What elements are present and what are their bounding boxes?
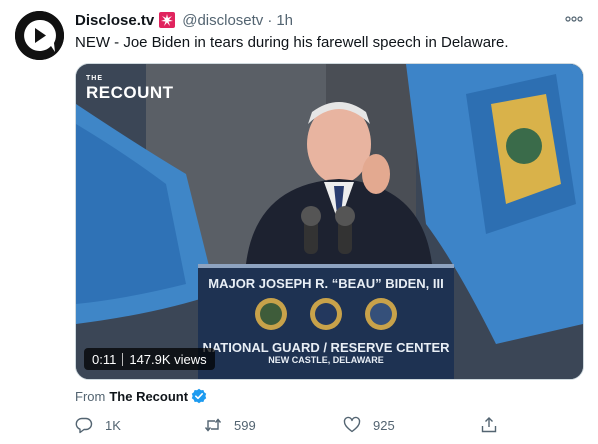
source-name[interactable]: The Recount bbox=[109, 389, 188, 404]
retweet-icon bbox=[204, 418, 222, 432]
podium-line3: NEW CASTLE, DELAWARE bbox=[268, 355, 384, 365]
timestamp[interactable]: 1h bbox=[276, 12, 293, 29]
verified-icon bbox=[191, 388, 207, 404]
video-info-pill: 0:11 147.9K views bbox=[84, 348, 215, 370]
watermark: THE RECOUNT bbox=[86, 72, 174, 102]
view-count: 147.9K views bbox=[129, 351, 207, 367]
retweet-button[interactable]: 599 bbox=[204, 414, 256, 436]
author-name[interactable]: Disclose.tv bbox=[75, 12, 154, 29]
tweet-text: NEW - Joe Biden in tears during his fare… bbox=[75, 34, 509, 51]
watermark-big: RECOUNT bbox=[86, 83, 174, 102]
more-icon[interactable] bbox=[564, 12, 584, 26]
like-button[interactable]: 925 bbox=[343, 414, 395, 436]
video-frame bbox=[76, 64, 583, 379]
like-icon bbox=[343, 416, 361, 433]
video-player[interactable]: THE RECOUNT MAJOR JOSEPH R. “BEAU” BIDEN… bbox=[75, 63, 584, 380]
podium-line2: NATIONAL GUARD / RESERVE CENTER bbox=[202, 340, 450, 355]
pill-divider bbox=[122, 352, 124, 366]
action-bar: 1K 599 925 bbox=[75, 414, 585, 436]
podium-line1: MAJOR JOSEPH R. “BEAU” BIDEN, III bbox=[208, 276, 444, 291]
author-handle[interactable]: @disclosetv bbox=[182, 12, 263, 29]
separator: · bbox=[267, 11, 273, 29]
source-attribution: From The Recount bbox=[75, 388, 207, 404]
share-icon bbox=[481, 417, 497, 433]
retweet-count: 599 bbox=[234, 417, 256, 433]
share-button[interactable] bbox=[480, 414, 498, 436]
alert-badge-icon bbox=[158, 11, 176, 29]
tweet-header: Disclose.tv @disclosetv · 1h bbox=[75, 10, 578, 30]
reply-button[interactable]: 1K bbox=[75, 414, 121, 436]
like-count: 925 bbox=[373, 417, 395, 433]
video-duration: 0:11 bbox=[92, 351, 117, 367]
avatar[interactable] bbox=[15, 11, 64, 60]
source-prefix: From bbox=[75, 388, 106, 404]
reply-icon bbox=[75, 417, 93, 434]
reply-count: 1K bbox=[105, 417, 121, 433]
logo-icon bbox=[15, 11, 64, 60]
